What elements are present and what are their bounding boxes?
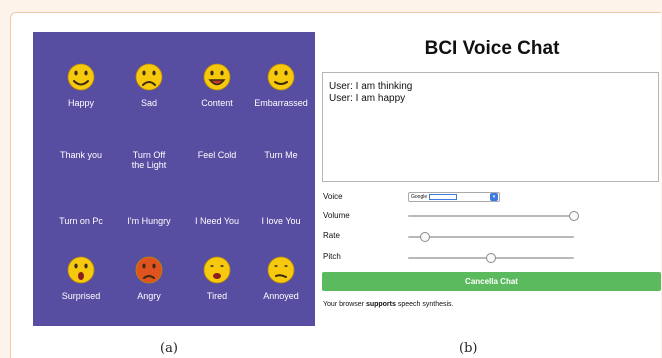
board-cell-label: Embarrassed bbox=[254, 98, 308, 108]
board-cell-label: Annoyed bbox=[263, 291, 299, 301]
caption-b: (b) bbox=[459, 341, 478, 356]
board-cell-label: Angry bbox=[137, 291, 161, 301]
board-cell-label: Turn Me bbox=[264, 150, 298, 160]
chat-message: User: I am thinking bbox=[329, 81, 413, 92]
emoji-board: Happy Sad Content Embarrassed Thank you Turn … bbox=[33, 32, 315, 326]
volume-slider[interactable] bbox=[408, 211, 579, 221]
board-cell[interactable]: I'm Hungry bbox=[115, 216, 183, 226]
chevron-down-icon: ▾ bbox=[490, 193, 498, 201]
board-cell[interactable]: Sad bbox=[115, 62, 183, 108]
voice-select[interactable]: Google ▾ bbox=[408, 192, 500, 202]
voice-select-highlight bbox=[429, 194, 457, 200]
speech-support-status: Your browser supports speech synthesis. bbox=[323, 301, 453, 308]
volume-slider-thumb[interactable] bbox=[569, 211, 579, 221]
board-cell-label: I'm Hungry bbox=[127, 216, 171, 226]
board-cell-label: Turn Off the Light bbox=[131, 150, 167, 170]
board-cell[interactable]: Happy bbox=[47, 62, 115, 108]
rate-slider[interactable] bbox=[408, 232, 574, 242]
board-cell-label: Happy bbox=[67, 98, 94, 108]
board-cell[interactable]: Angry bbox=[115, 255, 183, 301]
board-cell-label: Sad bbox=[140, 98, 157, 108]
angry-face-icon bbox=[135, 256, 163, 284]
happy-face-icon bbox=[67, 63, 95, 91]
page-title: BCI Voice Chat bbox=[424, 38, 560, 59]
status-prefix: Your browser bbox=[323, 301, 366, 308]
pitch-label: Pitch bbox=[323, 252, 341, 261]
chat-log[interactable]: User: I am thinking User: I am happy bbox=[322, 72, 659, 182]
board-cell-label: I love You bbox=[261, 216, 301, 226]
tired-face-icon bbox=[203, 256, 231, 284]
status-emphasis: supports bbox=[365, 301, 396, 308]
board-cell[interactable]: I Need You bbox=[183, 216, 251, 226]
pitch-slider[interactable] bbox=[408, 253, 574, 263]
embarrassed-face-icon bbox=[267, 63, 295, 91]
board-cell[interactable]: Content bbox=[183, 62, 251, 108]
voice-label: Voice bbox=[323, 192, 343, 201]
board-cell-label: Tired bbox=[206, 291, 228, 301]
board-cell-label: Turn on Pc bbox=[59, 216, 103, 226]
surprised-face-icon bbox=[67, 256, 95, 284]
board-cell[interactable]: Surprised bbox=[47, 255, 115, 301]
board-cell-label: I Need You bbox=[194, 216, 240, 226]
board-cell[interactable]: Feel Cold bbox=[183, 150, 251, 160]
board-cell[interactable]: Turn Me bbox=[247, 150, 315, 160]
rate-slider-track bbox=[408, 236, 574, 238]
board-cell[interactable]: I love You bbox=[247, 216, 315, 226]
sad-face-icon bbox=[135, 63, 163, 91]
board-cell[interactable]: Turn Off the Light bbox=[115, 150, 183, 170]
status-suffix: speech synthesis. bbox=[395, 301, 454, 308]
board-cell-label: Content bbox=[201, 98, 233, 108]
volume-slider-track bbox=[408, 215, 574, 217]
rate-slider-thumb[interactable] bbox=[419, 232, 430, 242]
volume-label: Volume bbox=[323, 211, 350, 220]
cancel-chat-button[interactable]: Cancella Chat bbox=[322, 272, 661, 291]
board-cell-label: Thank you bbox=[59, 150, 103, 160]
pitch-slider-thumb[interactable] bbox=[486, 253, 496, 263]
board-cell[interactable]: Embarrassed bbox=[247, 62, 315, 108]
caption-a: (a) bbox=[160, 341, 178, 356]
board-cell[interactable]: Tired bbox=[183, 255, 251, 301]
board-cell[interactable]: Thank you bbox=[47, 150, 115, 160]
content-face-icon bbox=[203, 63, 231, 91]
rate-label: Rate bbox=[323, 231, 340, 240]
chat-message: User: I am happy bbox=[329, 93, 406, 104]
voice-select-value: Google bbox=[411, 194, 428, 200]
board-cell[interactable]: Turn on Pc bbox=[47, 216, 115, 226]
board-cell-label: Surprised bbox=[61, 291, 101, 301]
annoyed-face-icon bbox=[267, 256, 295, 284]
board-cell-label: Feel Cold bbox=[197, 150, 237, 160]
board-cell[interactable]: Annoyed bbox=[247, 255, 315, 301]
